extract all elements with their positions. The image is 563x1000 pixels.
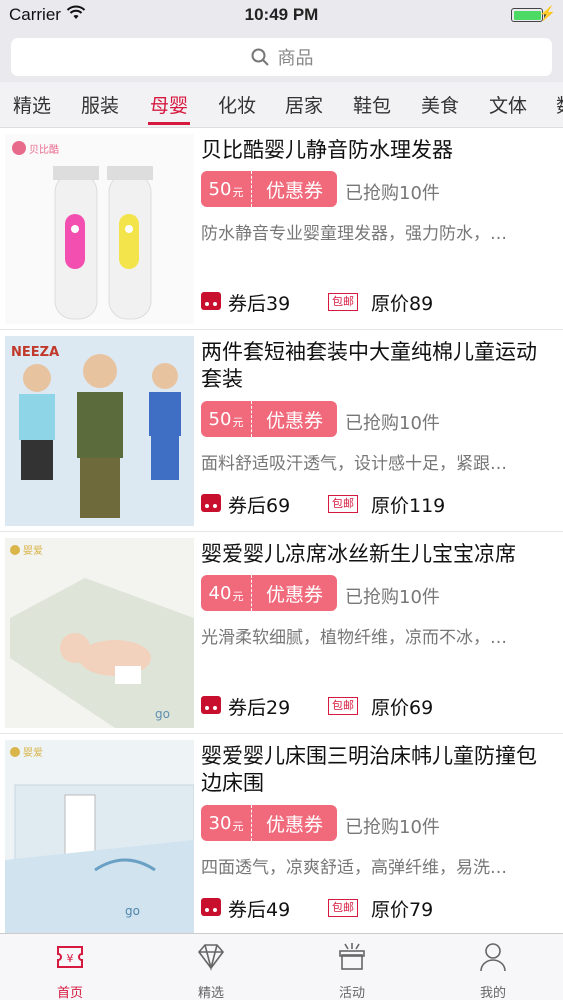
- product-desc: 四面透气，凉爽舒适，高弹纤维，易洗…: [201, 858, 507, 878]
- category-tab[interactable]: 数: [556, 91, 563, 118]
- product-title: 两件套短袖套装中大童纯棉儿童运动套装: [201, 340, 537, 391]
- active-tab-indicator: [148, 122, 190, 125]
- coupon-unit: 元: [232, 186, 244, 199]
- product-image: 婴爱 go: [5, 538, 194, 728]
- product-image: 婴爱 go: [5, 740, 194, 933]
- coupon-label: 优惠券: [251, 171, 337, 207]
- search-placeholder: 商品: [277, 48, 314, 69]
- search-bar[interactable]: 商品: [11, 38, 552, 76]
- product-image: NEEZA: [5, 336, 194, 526]
- search-icon: [251, 48, 269, 66]
- original-price: 原价79: [371, 899, 434, 921]
- coupon-unit: 元: [232, 820, 244, 833]
- tab-home[interactable]: ¥ 首页: [0, 934, 140, 1000]
- category-tab[interactable]: 服装: [81, 91, 119, 118]
- product-desc: 面料舒适吸汗透气，设计感十足，紧跟…: [201, 454, 507, 474]
- coupon-badge[interactable]: 30 元 优惠券: [201, 805, 337, 841]
- status-bar: Carrier 10:49 PM ⚡: [0, 0, 563, 30]
- coupon-amount: 50: [208, 178, 232, 200]
- category-tab[interactable]: 美食: [421, 91, 459, 118]
- product-item[interactable]: 贝比酷 贝比酷婴儿静音防水理发器 50 元 优惠券 已抢购10件 防水静音专业婴童…: [0, 128, 563, 330]
- coupon-after-icon: [201, 494, 221, 512]
- diamond-icon: [197, 944, 225, 972]
- sold-count: 已抢购10件: [345, 183, 440, 204]
- after-coupon-price: 券后39: [228, 293, 291, 315]
- category-tab[interactable]: 化妆: [218, 91, 256, 118]
- original-price: 原价119: [371, 495, 446, 517]
- svg-text:go: go: [125, 904, 140, 918]
- product-item[interactable]: NEEZA 两件套短袖套装中大童纯棉儿童运动套装 50 元 优惠券 已抢购10件 …: [0, 330, 563, 532]
- after-coupon-price: 券后49: [228, 899, 291, 921]
- coupon-after-icon: [201, 898, 221, 916]
- coupon-label: 优惠券: [251, 805, 337, 841]
- gift-icon: [339, 943, 365, 970]
- product-desc: 光滑柔软细腻，植物纤维，凉而不冰，…: [201, 628, 507, 648]
- coupon-badge[interactable]: 40 元 优惠券: [201, 575, 337, 611]
- product-title: 贝比酷婴儿静音防水理发器: [201, 138, 453, 162]
- free-shipping-badge: 包邮: [328, 495, 358, 513]
- original-price: 原价69: [371, 697, 434, 719]
- product-item[interactable]: 婴爱 go 婴爱婴儿床围三明治床帏儿童防撞包边床围 30 元 优惠券 已抢购10件…: [0, 734, 563, 933]
- category-tabs: 精选 服装 母婴 化妆 居家 鞋包 美食 文体 数: [0, 82, 563, 128]
- coupon-badge[interactable]: 50 元 优惠券: [201, 401, 337, 437]
- after-coupon-price: 券后69: [228, 495, 291, 517]
- product-image: 贝比酷: [5, 134, 194, 324]
- coupon-unit: 元: [232, 416, 244, 429]
- coupon-amount: 50: [208, 408, 232, 430]
- free-shipping-badge: 包邮: [328, 899, 358, 917]
- category-tab[interactable]: 居家: [285, 91, 323, 118]
- tab-mine[interactable]: 我的: [423, 934, 563, 1000]
- category-tab-active[interactable]: 母婴: [150, 91, 188, 118]
- category-tab[interactable]: 文体: [489, 91, 527, 118]
- coupon-label: 优惠券: [251, 575, 337, 611]
- status-time: 10:49 PM: [244, 5, 319, 24]
- coupon-amount: 30: [208, 812, 232, 834]
- coupon-after-icon: [201, 292, 221, 310]
- brand-logo: 婴爱: [23, 746, 43, 759]
- person-icon: [480, 943, 506, 972]
- product-desc: 防水静音专业婴童理发器，强力防水，…: [201, 224, 507, 244]
- coupon-unit: 元: [232, 590, 244, 603]
- product-title: 婴爱婴儿凉席冰丝新生儿宝宝凉席: [201, 542, 516, 566]
- coupon-after-icon: [201, 696, 221, 714]
- top-area: Carrier 10:49 PM ⚡ 商品: [0, 0, 563, 82]
- original-price: 原价89: [371, 293, 434, 315]
- brand-logo: 贝比酷: [29, 144, 59, 156]
- tab-activity[interactable]: 活动: [282, 934, 422, 1000]
- sold-count: 已抢购10件: [345, 413, 440, 434]
- after-coupon-price: 券后29: [228, 697, 291, 719]
- ticket-icon: ¥: [57, 946, 83, 968]
- coupon-badge[interactable]: 50 元 优惠券: [201, 171, 337, 207]
- free-shipping-badge: 包邮: [328, 697, 358, 715]
- tab-label: 我的: [479, 986, 506, 1000]
- charging-icon: ⚡: [538, 5, 556, 21]
- sold-count: 已抢购10件: [345, 817, 440, 838]
- product-title: 婴爱婴儿床围三明治床帏儿童防撞包边床围: [201, 744, 537, 795]
- tab-bar: ¥ 首页 精选 活动 我的: [0, 933, 563, 1000]
- category-tab[interactable]: 精选: [13, 91, 51, 118]
- svg-text:go: go: [155, 707, 170, 721]
- tab-featured[interactable]: 精选: [141, 934, 281, 1000]
- sold-count: 已抢购10件: [345, 587, 440, 608]
- brand-logo: 婴爱: [23, 544, 43, 557]
- svg-text:¥: ¥: [67, 952, 74, 965]
- tab-label: 活动: [338, 986, 365, 1000]
- brand-logo: NEEZA: [11, 345, 59, 360]
- category-tab[interactable]: 鞋包: [353, 91, 391, 118]
- free-shipping-badge: 包邮: [328, 293, 358, 311]
- coupon-label: 优惠券: [251, 401, 337, 437]
- tab-label: 精选: [197, 986, 224, 1000]
- coupon-amount: 40: [208, 582, 232, 604]
- product-item[interactable]: 婴爱 go 婴爱婴儿凉席冰丝新生儿宝宝凉席 40 元 优惠券 已抢购10件 光滑柔…: [0, 532, 563, 734]
- tab-label: 首页: [56, 986, 83, 1000]
